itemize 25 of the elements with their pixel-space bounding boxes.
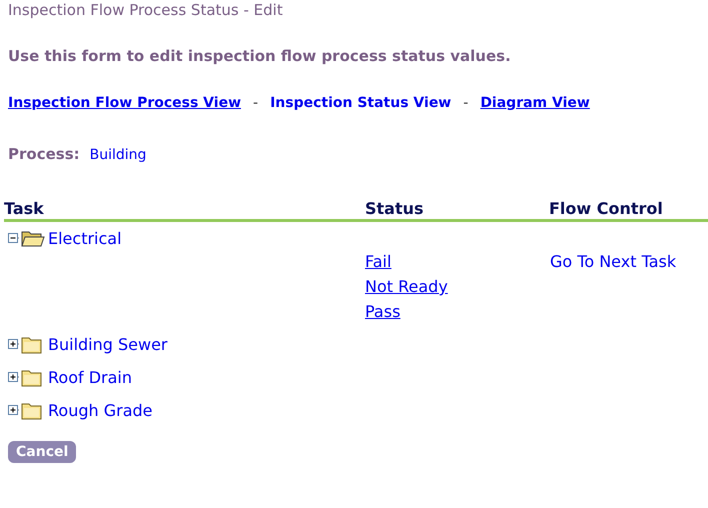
separator: - xyxy=(463,95,468,111)
status-link[interactable]: Not Ready xyxy=(365,274,550,299)
task-link[interactable]: Electrical xyxy=(48,229,122,248)
task-link[interactable]: Roof Drain xyxy=(48,368,132,387)
task-link[interactable]: Rough Grade xyxy=(48,401,152,420)
process-value: Building xyxy=(90,147,146,163)
process-label: Process: xyxy=(8,145,80,163)
nav-link[interactable]: Inspection Status View xyxy=(270,95,452,111)
expand-icon[interactable] xyxy=(8,372,20,384)
column-header: Flow Control xyxy=(549,199,663,218)
status-link[interactable]: Fail xyxy=(365,249,550,274)
open-folder-icon xyxy=(21,230,45,248)
expand-icon[interactable] xyxy=(8,338,20,350)
page-title: Inspection Flow Process Status - Edit xyxy=(8,0,284,19)
collapse-icon[interactable] xyxy=(8,232,20,244)
column-header: Task xyxy=(4,199,45,218)
separator: - xyxy=(253,95,258,111)
column-header: Status xyxy=(365,199,425,218)
intro-text: Use this form to edit inspection flow process status values. xyxy=(8,47,512,65)
status-link[interactable]: Pass xyxy=(365,299,550,324)
nav-link[interactable]: Diagram View xyxy=(480,95,590,111)
expand-icon[interactable] xyxy=(8,404,20,416)
nav-link[interactable]: Inspection Flow Process View xyxy=(8,95,241,111)
flow-control-text: Go To Next Task xyxy=(550,251,676,273)
task-link[interactable]: Building Sewer xyxy=(48,335,168,354)
